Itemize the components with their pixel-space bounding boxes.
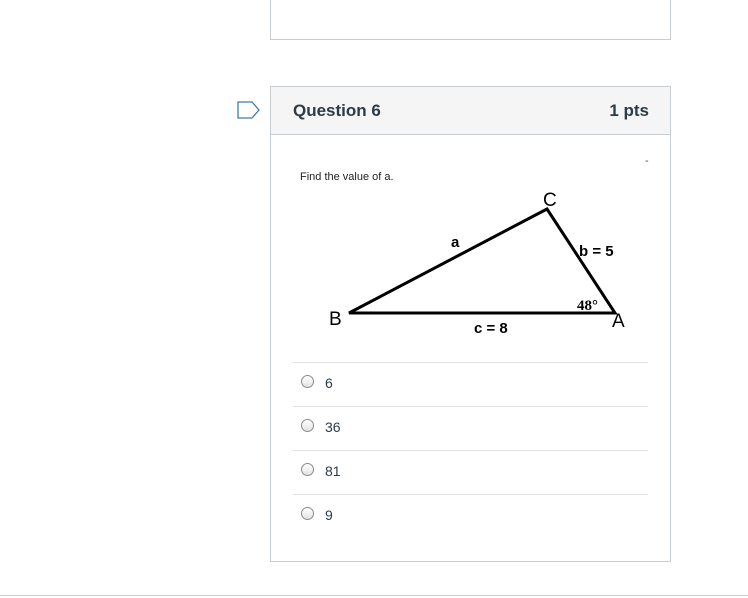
answer-option[interactable]: 9 — [293, 494, 648, 538]
answer-label[interactable]: 81 — [325, 463, 341, 479]
side-label-c: c = 8 — [474, 320, 508, 337]
triangle-shape — [348, 207, 618, 315]
question-points: 1 pts — [609, 101, 649, 120]
previous-question-card — [270, 0, 671, 40]
answer-list: 6 36 81 9 — [293, 362, 648, 538]
question-header: Question 6 1 pts — [271, 87, 670, 135]
flag-question-icon[interactable] — [237, 101, 261, 119]
answer-option[interactable]: 81 — [293, 450, 648, 494]
answer-option[interactable]: 36 — [293, 406, 648, 450]
vertex-label-a: A — [612, 311, 625, 332]
answer-option[interactable]: 6 — [293, 362, 648, 406]
question-text: Find the value of a. — [300, 171, 394, 183]
question-title: Question 6 — [293, 101, 381, 120]
question-card: Question 6 1 pts - Find the value of a. … — [270, 86, 671, 562]
radio-button-icon[interactable] — [301, 463, 314, 476]
side-label-b: b = 5 — [579, 243, 614, 260]
corner-mark: - — [645, 155, 649, 167]
radio-button-icon[interactable] — [301, 419, 314, 432]
answer-label[interactable]: 9 — [325, 507, 333, 523]
vertex-label-c: C — [543, 190, 557, 211]
answer-label[interactable]: 6 — [325, 375, 333, 391]
angle-label: 48° — [577, 298, 598, 314]
radio-button-icon[interactable] — [301, 507, 314, 520]
side-label-a: a — [451, 234, 460, 251]
vertex-label-b: B — [329, 309, 342, 330]
page-divider — [0, 595, 748, 596]
radio-button-icon[interactable] — [301, 375, 314, 388]
triangle-figure: C B A a b = 5 c = 8 48° — [329, 190, 625, 337]
answer-label[interactable]: 36 — [325, 419, 341, 435]
